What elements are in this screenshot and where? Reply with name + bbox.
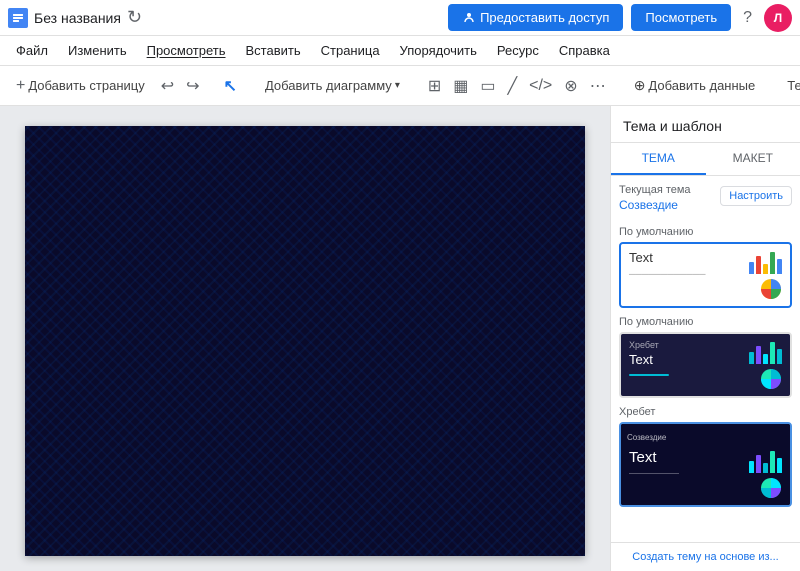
title-bar-left: Без названия ↻ — [8, 7, 448, 28]
canvas-area[interactable] — [0, 106, 610, 571]
more-shapes-button[interactable]: ⋯ — [586, 72, 610, 100]
undo-button[interactable]: ↩ — [157, 72, 178, 100]
menu-bar: Файл Изменить Просмотреть Вставить Стран… — [0, 36, 800, 66]
const-bar-1 — [749, 461, 754, 473]
avatar: Л — [764, 4, 792, 32]
view-button[interactable]: Посмотреть — [631, 4, 731, 31]
theme-card-default-text: Text ──────────── — [629, 250, 749, 279]
theme-card-default-subtitle: ──────────── — [629, 269, 749, 279]
constellation-label-bar: Созвездие — [621, 424, 790, 443]
add-diagram-caret: ▾ — [395, 80, 400, 91]
theme-card-spine-inner: Хребет Text — [621, 334, 790, 396]
add-page-button[interactable]: + Добавить страницу — [8, 73, 153, 99]
const-bar-5 — [777, 458, 782, 473]
menu-view[interactable]: Просмотреть — [139, 39, 234, 62]
theme-card-default[interactable]: Text ──────────── — [619, 242, 792, 308]
pie-chart-constellation — [760, 477, 782, 499]
theme-section-constellation-label: Хребет — [619, 406, 792, 418]
spine-bar-5 — [777, 349, 782, 364]
line-button[interactable]: ╱ — [504, 72, 522, 100]
bar-2 — [756, 256, 761, 274]
bar-3 — [763, 264, 768, 274]
menu-insert[interactable]: Вставить — [238, 39, 309, 62]
panel-body: Текущая тема Созвездие Настроить По умол… — [611, 176, 800, 542]
add-data-button[interactable]: ⊕ Добавить данные — [626, 73, 764, 98]
main-content: Тема и шаблон ТЕМА МАКЕТ Текущая тема Со… — [0, 106, 800, 571]
menu-resource[interactable]: Ресурс — [489, 39, 547, 62]
mini-bars-constellation — [749, 449, 782, 473]
shape-button[interactable]: ▭ — [476, 72, 499, 100]
bar-5 — [777, 259, 782, 274]
app-title: Без названия — [34, 10, 121, 26]
current-theme-section: Текущая тема Созвездие Настроить — [619, 184, 792, 218]
current-theme-name: Созвездие — [619, 198, 678, 212]
cursor-button[interactable]: ↖ — [220, 72, 241, 100]
theme-section-default-label: По умолчанию — [619, 226, 792, 238]
spine-bar-3 — [763, 354, 768, 364]
toolbar: + Добавить страницу ↩ ↪ ↖ Добавить диагр… — [0, 66, 800, 106]
create-theme-link[interactable]: Создать тему на основе из... — [611, 542, 800, 571]
view-label: Посмотреть — [645, 10, 717, 25]
tab-theme[interactable]: ТЕМА — [611, 143, 706, 175]
const-bar-4 — [770, 451, 775, 473]
bar-4 — [770, 252, 775, 274]
add-diagram-button[interactable]: Добавить диаграмму ▾ — [257, 74, 408, 97]
constellation-underline — [629, 473, 679, 474]
theme-card-constellation[interactable]: Созвездие Text — [619, 422, 792, 507]
tab-layout[interactable]: МАКЕТ — [706, 143, 800, 175]
spine-bar-2 — [756, 346, 761, 364]
panel-title: Тема и шаблон — [611, 106, 800, 143]
theme-card-spine-text: Хребет Text — [629, 340, 749, 376]
share-button[interactable]: Предоставить доступ — [448, 4, 623, 31]
theme-card-spine-title: Text — [629, 352, 749, 368]
pie-chart-spine — [760, 368, 782, 390]
theme-card-default-visual — [749, 250, 782, 300]
spine-bar-1 — [749, 352, 754, 364]
menu-arrange[interactable]: Упорядочить — [392, 39, 485, 62]
spine-subtitle: Хребет — [629, 340, 749, 350]
grid-button[interactable]: ⊞ — [424, 72, 445, 100]
theme-card-spine-visual — [749, 340, 782, 390]
spine-bar-4 — [770, 342, 775, 364]
theme-card-spine[interactable]: Хребет Text — [619, 332, 792, 398]
theme-card-constellation-title: Text — [629, 449, 749, 467]
mini-bars-default — [749, 250, 782, 274]
menu-edit[interactable]: Изменить — [60, 39, 135, 62]
spine-underline — [629, 374, 669, 376]
help-button[interactable]: ? — [739, 5, 756, 31]
theme-card-default-title: Text — [629, 250, 749, 266]
menu-help[interactable]: Справка — [551, 39, 618, 62]
theme-card-default-inner: Text ──────────── — [621, 244, 790, 306]
table-button[interactable]: ▦ — [449, 72, 472, 100]
theme-section-spine-label: По умолчанию — [619, 316, 792, 328]
theme-button[interactable]: Тема и шаблон — [779, 74, 800, 97]
app-icon — [8, 8, 28, 28]
redo-button[interactable]: ↪ — [182, 72, 203, 100]
theme-card-constellation-text: Text — [629, 449, 749, 474]
menu-file[interactable]: Файл — [8, 39, 56, 62]
code-button[interactable]: </> — [525, 73, 556, 99]
const-bar-3 — [763, 463, 768, 473]
pie-chart-default — [760, 278, 782, 300]
menu-page[interactable]: Страница — [313, 39, 388, 62]
slide-canvas[interactable] — [25, 126, 585, 556]
refresh-icon[interactable]: ↻ — [127, 7, 142, 28]
title-bar: Без названия ↻ Предоставить доступ Посмо… — [0, 0, 800, 36]
mini-bars-spine — [749, 340, 782, 364]
theme-card-constellation-inner: Text — [621, 443, 790, 505]
theme-card-constellation-visual — [749, 449, 782, 499]
panel-tabs: ТЕМА МАКЕТ — [611, 143, 800, 176]
const-bar-2 — [756, 455, 761, 473]
bar-1 — [749, 262, 754, 274]
link-button[interactable]: ⊗ — [560, 72, 581, 100]
right-panel: Тема и шаблон ТЕМА МАКЕТ Текущая тема Со… — [610, 106, 800, 571]
title-bar-right: Предоставить доступ Посмотреть ? Л — [448, 4, 792, 32]
customize-button[interactable]: Настроить — [720, 186, 792, 206]
constellation-brand-label: Созвездие — [627, 433, 666, 442]
